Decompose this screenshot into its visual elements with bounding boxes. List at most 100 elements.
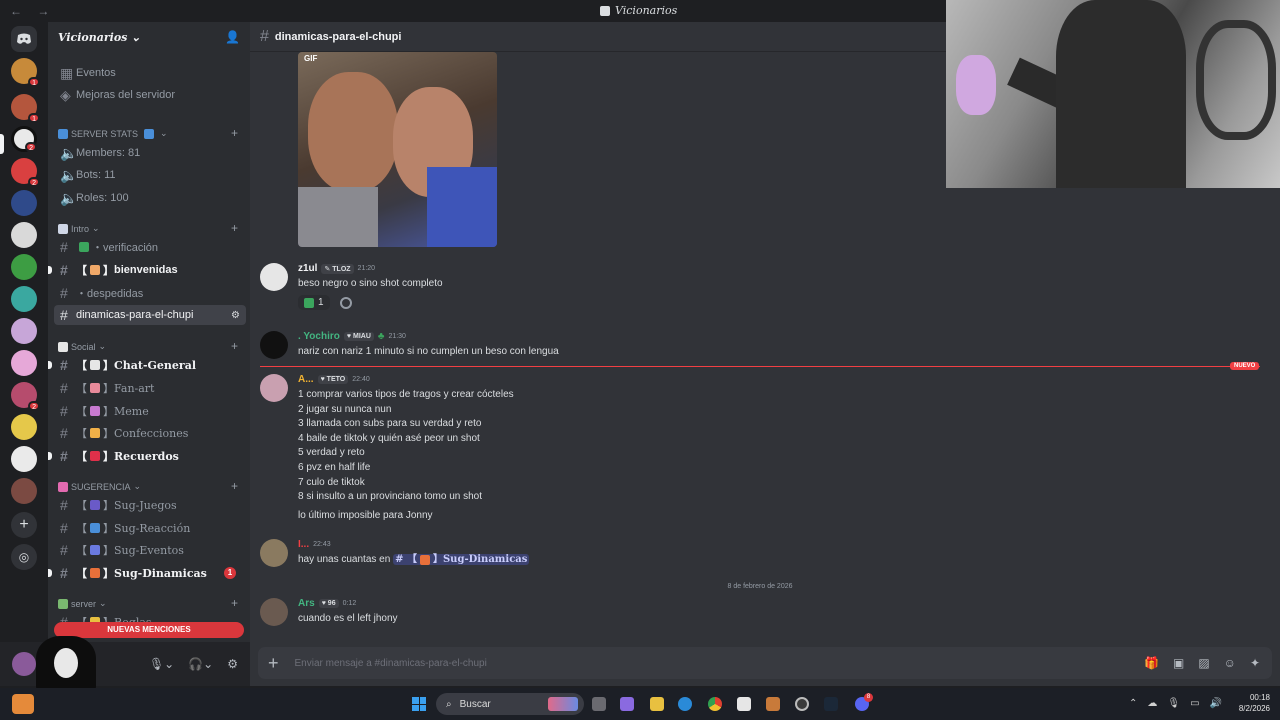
channel-fan-art[interactable]: # 【】 Fan-art [54,378,246,398]
server-name-text: Vicionarios [58,30,128,44]
username[interactable]: Ars [298,598,315,609]
reaction-check[interactable]: 1 [298,295,330,310]
volume-icon[interactable]: 🔊 [1210,698,1222,709]
category-server[interactable]: server ⌄ [58,598,107,609]
channel-bienvenidas[interactable]: # 【】 bienvenidas [48,260,246,280]
boosts-item[interactable]: ◈ Mejoras del servidor [54,85,246,105]
avatar[interactable] [260,263,288,291]
voice-channel[interactable]: 🔈 Bots: 11 [54,165,246,185]
copilot-icon[interactable] [620,697,634,711]
channel-sug-reaccion[interactable]: # 【】 Sug-Reacción [54,518,246,538]
app-icon[interactable] [766,697,780,711]
discord-home-icon[interactable] [11,26,37,52]
edge-icon[interactable] [678,697,692,711]
channel-verificacion[interactable]: # ・verificación [54,237,246,257]
server-header[interactable]: Vicionarios ⌄ 👤 [48,22,250,52]
headphones-icon[interactable]: 🎧⌄ [188,657,213,671]
channel-name: Members: 81 [76,147,141,159]
emoji-icon[interactable]: ☺ [1224,656,1236,670]
gif-label: GIF [304,54,318,63]
add-channel-icon[interactable]: + [231,339,238,353]
task-view-icon[interactable] [592,697,606,711]
back-forward-nav[interactable]: ← → [10,4,55,18]
channel-sug-juegos[interactable]: # 【】 Sug-Juegos [54,495,246,515]
server-avatar[interactable] [11,254,37,280]
gear-icon[interactable]: ⚙ [227,657,238,671]
channel-mention[interactable]: # 【】Sug-Dinamicas [393,554,530,565]
microphone-icon[interactable]: 🎙⌄ [149,657,174,671]
channel-dinamicas-active[interactable]: # dinamicas-para-el-chupi ⚙ [54,305,246,325]
channel-despedidas[interactable]: # ・despedidas [54,283,246,303]
server-avatar[interactable]: 2 [11,126,37,152]
avatar[interactable] [260,331,288,359]
channel-recuerdos[interactable]: # 【】 Recuerdos [48,446,246,466]
invite-icon[interactable]: 👤 [225,30,240,44]
app-icon[interactable] [795,697,809,711]
microphone-icon[interactable]: 🎙 [1167,698,1180,709]
apps-icon[interactable]: ✦ [1250,656,1260,670]
channel-meme[interactable]: # 【】 Meme [54,401,246,421]
username[interactable]: . Yochiro [298,331,340,342]
gif-icon[interactable]: ▣ [1173,656,1184,670]
username[interactable]: I... [298,539,309,550]
widget-icon[interactable] [12,694,34,714]
channel-sug-dinamicas[interactable]: # 【】 Sug-Dinamicas 1 [48,563,246,583]
server-avatar[interactable] [11,318,37,344]
gif-image[interactable]: GIF [298,52,497,247]
avatar[interactable] [260,539,288,567]
file-explorer-icon[interactable] [650,697,664,711]
chrome-icon[interactable] [708,697,722,711]
server-avatar[interactable] [11,414,37,440]
server-avatar[interactable] [11,190,37,216]
add-reaction-icon[interactable] [340,297,352,309]
steam-icon[interactable] [824,697,838,711]
voice-controls: 🎙⌄ 🎧⌄ ⚙ [149,657,238,671]
category-sugerencia[interactable]: SUGERENCIA ⌄ [58,481,141,492]
category-intro[interactable]: Intro ⌄ [58,223,100,234]
taskbar-search[interactable]: ⌕ Buscar [436,693,584,715]
server-avatar[interactable] [11,286,37,312]
avatar[interactable] [12,652,36,676]
server-avatar[interactable] [11,478,37,504]
category-social[interactable]: Social ⌄ [58,341,106,352]
avatar[interactable] [260,374,288,402]
store-icon[interactable] [737,697,751,711]
server-avatar[interactable]: 2 [11,382,40,411]
channel-confecciones[interactable]: # 【】 Confecciones [54,423,246,443]
category-stats[interactable]: SERVER STATS ⌄ [58,128,168,139]
discover-icon[interactable]: ◎ [11,544,37,570]
server-avatar[interactable] [11,222,37,248]
sticker-icon[interactable]: ▨ [1198,656,1209,670]
server-avatar[interactable]: 1 [11,58,40,87]
add-channel-icon[interactable]: + [231,479,238,493]
voice-channel[interactable]: 🔈 Members: 81 [54,143,246,163]
channel-sug-eventos[interactable]: # 【】 Sug-Eventos [54,540,246,560]
add-channel-icon[interactable]: + [231,221,238,235]
settings-icon[interactable]: ⚙ [231,310,240,321]
network-icon[interactable]: ▭ [1190,698,1199,709]
voice-channel[interactable]: 🔈 Roles: 100 [54,188,246,208]
add-channel-icon[interactable]: + [231,596,238,610]
windows-start-icon[interactable] [412,697,426,711]
discord-taskbar-icon[interactable]: 8 [855,693,873,711]
avatar[interactable] [260,598,288,626]
chevron-up-icon[interactable]: ⌃ [1129,698,1137,709]
server-avatar[interactable]: 1 [11,94,40,123]
events-item[interactable]: ▦ Eventos [54,63,246,83]
mention-badge: 1 [28,113,40,123]
server-avatar[interactable] [11,350,37,376]
message-input[interactable]: Enviar mensaje a #dinamicas-para-el-chup… [295,658,487,669]
add-channel-icon[interactable]: + [231,126,238,140]
server-avatar[interactable]: 2 [11,158,40,187]
channel-name: Meme [114,404,149,418]
username[interactable]: A... [298,374,314,385]
attach-icon[interactable]: + [268,653,279,674]
clock[interactable]: 00:18 8/2/2026 [1239,692,1270,714]
server-avatar[interactable] [11,446,37,472]
cloud-icon[interactable]: ☁ [1147,698,1157,709]
gift-icon[interactable]: 🎁 [1144,656,1159,670]
add-server-icon[interactable]: + [11,512,37,538]
channel-chat-general[interactable]: # 【】 Chat-General [48,355,246,375]
username[interactable]: z1ul [298,263,317,274]
new-mentions-banner[interactable]: NUEVAS MENCIONES [54,622,244,638]
